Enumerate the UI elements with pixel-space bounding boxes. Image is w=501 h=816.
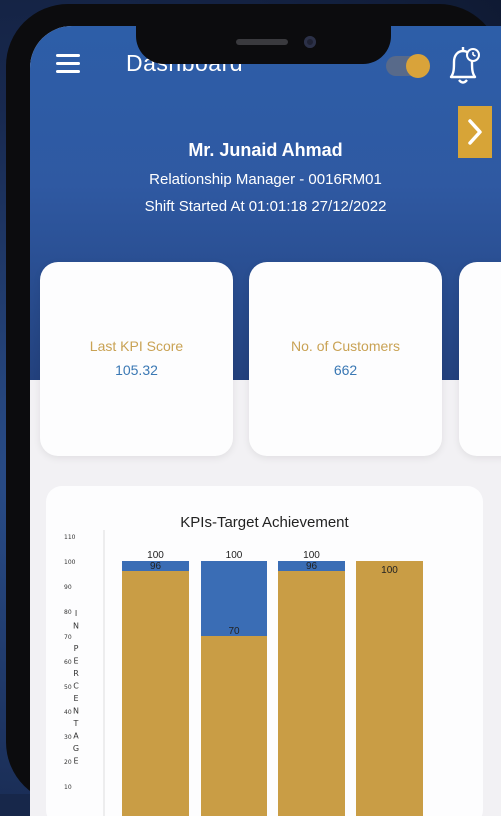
kpi-score-value: 105.32 [115, 362, 158, 378]
bar-top-label: 100 [226, 550, 243, 561]
next-card-peek[interactable] [459, 262, 501, 456]
y-tick-label: 80 [64, 609, 72, 616]
hamburger-menu-icon[interactable] [56, 54, 80, 74]
kpi-score-label: Last KPI Score [89, 338, 184, 354]
y-tick-label: 20 [64, 759, 72, 766]
y-tick-label: 70 [64, 634, 72, 641]
y-tick-label: 110 [64, 534, 76, 541]
y-axis-label-letter: P [74, 644, 79, 653]
shift-start: Shift Started At 01:01:18 27/12/2022 [144, 198, 387, 215]
y-axis-label-letter: E [73, 757, 78, 766]
profile-section: Mr. Junaid Ahmad Relationship Manager - … [30, 140, 501, 215]
bar-achieved [201, 636, 267, 816]
notification-bell-icon[interactable] [443, 44, 483, 88]
camera-icon [304, 36, 316, 48]
y-axis-label-letter: N [73, 707, 79, 716]
phone-frame: Dashboard Mr. Junaid Ahmad [6, 4, 501, 816]
y-axis-label-letter: C [73, 682, 79, 691]
y-axis-label-letter: E [73, 694, 78, 703]
bar-top-label: 100 [303, 550, 320, 561]
y-axis-label-letter: A [73, 732, 79, 741]
app-screen: Dashboard Mr. Junaid Ahmad [30, 26, 501, 816]
theme-toggle[interactable] [386, 54, 430, 78]
y-tick-label: 60 [64, 659, 72, 666]
bar-value-label: 70 [228, 626, 240, 637]
bar-value-label: 96 [150, 561, 162, 572]
customers-card[interactable]: No. of Customers 662 [249, 262, 442, 456]
y-tick-label: 100 [64, 559, 76, 566]
bar-top-label: 100 [381, 565, 398, 576]
user-role: Relationship Manager - 0016RM01 [149, 171, 382, 188]
y-axis-label-letter: I [75, 609, 77, 618]
y-tick-label: 30 [64, 734, 72, 741]
y-axis-label-letter: R [73, 669, 79, 678]
bar-achieved [278, 571, 345, 816]
customers-label: No. of Customers [291, 338, 400, 354]
kpi-bar-chart: 110100908070605040302010INPERCENTAGE1009… [64, 530, 423, 816]
kpi-chart-card: KPIs-Target Achievement 110 100 90 80 70 60 50… [46, 486, 483, 816]
speaker-grille [236, 39, 288, 45]
y-tick-label: 50 [64, 684, 72, 691]
y-axis-label-letter: G [73, 744, 79, 753]
customers-value: 662 [333, 362, 358, 378]
bar-value-label: 96 [306, 561, 318, 572]
toggle-knob [406, 54, 430, 78]
bar-achieved [122, 571, 189, 816]
phone-notch [136, 26, 391, 64]
y-tick-label: 10 [64, 784, 72, 791]
y-tick-label: 40 [64, 709, 72, 716]
y-axis-label-letter: T [73, 719, 79, 728]
bar-achieved [356, 561, 423, 816]
y-axis-label-letter: E [73, 657, 78, 666]
y-tick-label: 90 [64, 584, 72, 591]
user-name: Mr. Junaid Ahmad [188, 140, 343, 160]
y-axis-label-letter: N [73, 622, 79, 631]
bar-top-label: 100 [147, 550, 164, 561]
kpi-score-card[interactable]: Last KPI Score 105.32 [40, 262, 233, 456]
